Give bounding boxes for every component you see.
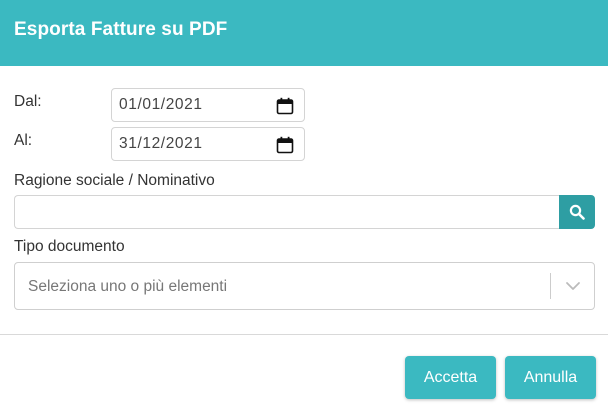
multiselect-separator [550,273,551,299]
footer-divider [0,334,608,335]
calendar-icon[interactable] [276,97,294,115]
chevron-down-icon[interactable] [565,280,581,292]
doctype-label: Tipo documento [14,238,125,255]
calendar-icon[interactable] [276,136,294,154]
from-date-input[interactable]: 01/01/2021 [111,88,305,122]
from-date-value: 01/01/2021 [119,96,203,113]
search-icon [569,204,585,220]
from-date-label: Dal: [14,93,42,110]
cancel-button[interactable]: Annulla [505,356,596,399]
to-date-value: 31/12/2021 [119,135,203,152]
to-date-label: Al: [14,132,33,149]
doctype-multiselect[interactable]: Seleziona uno o più elementi [14,262,595,310]
company-label: Ragione sociale / Nominativo [14,172,215,189]
accept-button[interactable]: Accetta [405,356,496,399]
search-button[interactable] [559,195,595,229]
company-search-input[interactable] [14,195,560,229]
to-date-input[interactable]: 31/12/2021 [111,127,305,161]
dialog-title: Esporta Fatture su PDF [14,19,228,40]
doctype-placeholder: Seleziona uno o più elementi [28,278,228,295]
dialog-header: Esporta Fatture su PDF [0,0,608,66]
